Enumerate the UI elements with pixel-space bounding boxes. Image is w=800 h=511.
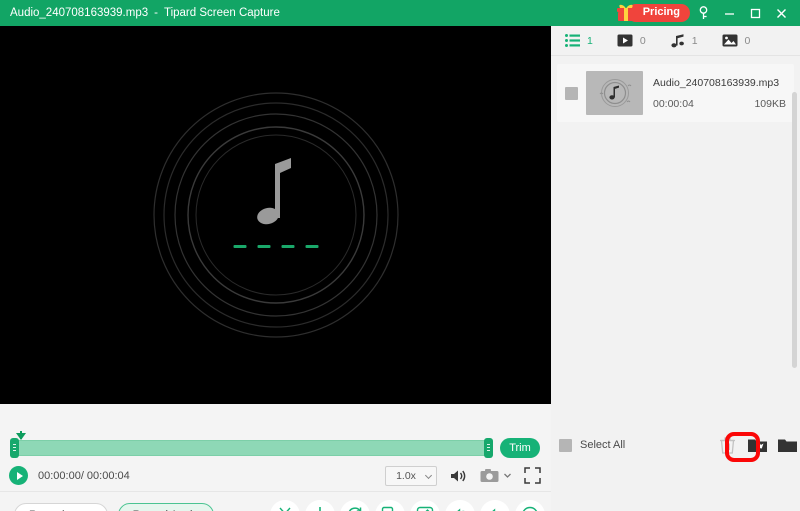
time-display: 00:00:00/ 00:00:04: [38, 469, 130, 482]
left-pane: Trim 00:00:00/ 00:00:04 1.0x: [0, 26, 551, 511]
camera-icon[interactable]: [480, 468, 499, 483]
file-type-tabs: 1 0 1 0: [551, 26, 800, 56]
tab-image-files[interactable]: 0: [722, 34, 751, 47]
trash-icon[interactable]: [716, 434, 738, 456]
select-all-checkbox[interactable]: [559, 438, 572, 452]
play-icon[interactable]: [9, 466, 28, 485]
minimize-icon[interactable]: [716, 0, 742, 26]
app-window: Audio_240708163939.mp3 - Tipard Screen C…: [0, 0, 800, 511]
window-title-app: Tipard Screen Capture: [163, 7, 280, 19]
music-note-icon: [671, 33, 684, 47]
music-note-icon: [256, 158, 291, 225]
trim-handle-left-icon[interactable]: [10, 438, 19, 458]
tab-all-files[interactable]: 1: [565, 34, 593, 47]
file-sub: 00:00:04 109KB: [653, 98, 786, 110]
chevron-down-icon: [424, 471, 433, 479]
trim-row: Trim: [0, 404, 551, 460]
title-bar-controls: Pricing: [615, 0, 794, 26]
gift-icon[interactable]: [615, 3, 637, 23]
file-meta: Audio_240708163939.mp3 00:00:04 109KB: [653, 77, 794, 110]
file-checkbox[interactable]: [565, 86, 578, 100]
refresh-icon[interactable]: [340, 499, 370, 511]
fullscreen-icon[interactable]: [524, 467, 541, 484]
footer-icons: [716, 434, 798, 456]
video-icon: [617, 34, 633, 47]
speaker-plus-icon[interactable]: [480, 499, 510, 511]
playhead-stem: [20, 431, 22, 439]
tab-audio-files-count: 1: [691, 34, 698, 47]
playback-controls: 00:00:00/ 00:00:04 1.0x: [0, 460, 551, 491]
record-more-button[interactable]: Record more: [14, 502, 108, 511]
audio-thumbnail-icon: [586, 71, 643, 115]
split-icon[interactable]: [305, 499, 335, 511]
tab-image-files-count: 0: [744, 34, 751, 47]
select-all-label: Select All: [580, 439, 626, 451]
file-list: Audio_240708163939.mp3 00:00:04 109KB: [551, 56, 800, 452]
output-files-panel: 1 0 1 0 Audio_240708163939.mp3 00:00:04 …: [551, 26, 800, 511]
snapshot-chevron-icon[interactable]: [503, 471, 512, 480]
pencil-square-icon[interactable]: [410, 499, 440, 511]
tab-video-files-count: 0: [639, 34, 646, 47]
close-icon[interactable]: [768, 0, 794, 26]
list-icon: [565, 34, 580, 47]
trim-button[interactable]: Trim: [500, 438, 540, 458]
maximize-icon[interactable]: [742, 0, 768, 26]
speaker-wave-icon[interactable]: [445, 499, 475, 511]
window-title-separator: -: [154, 7, 158, 19]
window-title-file: Audio_240708163939.mp3: [10, 7, 149, 19]
speed-value: 1.0x: [396, 469, 416, 482]
tab-all-files-count: 1: [587, 34, 593, 47]
media-preview[interactable]: [0, 26, 551, 404]
speed-select[interactable]: 1.0x: [385, 465, 437, 486]
audio-level-dashes: [233, 245, 318, 249]
file-list-scrollbar[interactable]: [792, 92, 797, 368]
key-help-icon[interactable]: [690, 0, 716, 26]
tab-audio-files[interactable]: 1: [670, 33, 698, 48]
file-name: Audio_240708163939.mp3: [653, 76, 780, 89]
bottom-action-bar: Record more Record Again: [0, 491, 551, 511]
record-again-button[interactable]: Record Again: [117, 502, 214, 511]
scissors-icon[interactable]: [270, 499, 300, 511]
trim-handle-right-icon[interactable]: [484, 438, 493, 458]
tab-video-files[interactable]: 0: [617, 34, 646, 47]
ellipsis-icon[interactable]: [515, 499, 545, 511]
playback-controls-right: 1.0x: [385, 465, 541, 486]
title-bar: Audio_240708163939.mp3 - Tipard Screen C…: [0, 0, 800, 26]
folder-icon[interactable]: [776, 434, 798, 456]
trim-track[interactable]: [12, 440, 490, 456]
list-item[interactable]: Audio_240708163939.mp3 00:00:04 109KB: [557, 64, 794, 122]
open-folder-icon[interactable]: [746, 434, 768, 456]
volume-icon[interactable]: [449, 468, 468, 484]
file-duration: 00:00:04: [653, 97, 694, 110]
image-icon: [722, 34, 738, 47]
file-size: 109KB: [754, 97, 786, 110]
file-list-footer: Select All: [551, 425, 800, 465]
tool-row: [270, 499, 545, 511]
copy-icon[interactable]: [375, 499, 405, 511]
